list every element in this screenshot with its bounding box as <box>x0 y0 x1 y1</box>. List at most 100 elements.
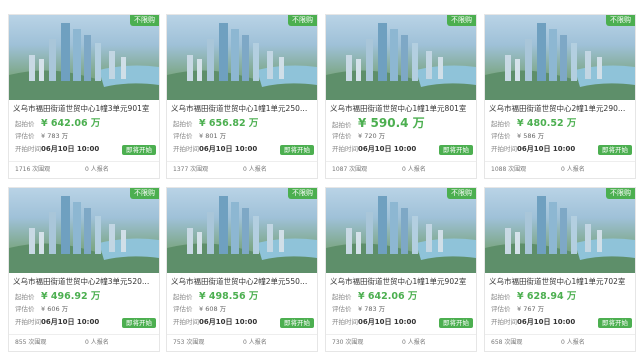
start-price: ¥ 628.94 万 <box>517 291 577 302</box>
start-time: 06月10日 10:00 <box>517 145 576 153</box>
view-count: 730 次围观 <box>332 339 364 346</box>
coming-soon-button[interactable]: 即将开始 <box>439 145 473 155</box>
city-rendering-image <box>167 196 317 273</box>
listing-grid: 不限购 义乌市福田街道世贸中心1幢3单元901室 起拍价 ¥ 642.06 万 评… <box>0 0 640 357</box>
coming-soon-button[interactable]: 即将开始 <box>280 145 314 155</box>
no-purchase-limit-badge: 不限购 <box>130 15 159 26</box>
no-purchase-limit-badge: 不限购 <box>606 188 635 199</box>
start-time-label: 开拍时间 <box>491 318 517 326</box>
start-price: ¥ 642.06 万 <box>358 291 418 302</box>
est-price: ¥ 783 万 <box>41 132 69 140</box>
city-rendering-image <box>167 23 317 100</box>
coming-soon-button[interactable]: 即将开始 <box>122 145 156 155</box>
no-purchase-limit-badge: 不限购 <box>288 15 317 26</box>
coming-soon-button[interactable]: 即将开始 <box>598 145 632 155</box>
start-time-label: 开拍时间 <box>332 145 358 153</box>
est-price: ¥ 608 万 <box>199 305 227 313</box>
est-price: ¥ 586 万 <box>517 132 545 140</box>
listing-card[interactable]: 不限购 义乌市福田街道世贸中心1幢1单元702室 起拍价 ¥ 628.94 万 评… <box>484 187 636 352</box>
city-rendering-image <box>485 196 635 273</box>
start-price: ¥ 656.82 万 <box>199 118 259 129</box>
est-price: ¥ 783 万 <box>358 305 386 313</box>
start-price: ¥ 590.4 万 <box>358 116 425 130</box>
start-time: 06月10日 10:00 <box>358 318 417 326</box>
listing-title[interactable]: 义乌市福田街道世贸中心1幢1单元702室 <box>485 273 635 290</box>
listing-card[interactable]: 不限购 义乌市福田街道世贸中心1幢3单元901室 起拍价 ¥ 642.06 万 评… <box>8 14 160 179</box>
listing-title[interactable]: 义乌市福田街道世贸中心2幢1单元290… <box>485 100 635 117</box>
coming-soon-button[interactable]: 即将开始 <box>122 318 156 328</box>
city-rendering-image <box>485 23 635 100</box>
start-price: ¥ 480.52 万 <box>517 118 577 129</box>
start-time: 06月10日 10:00 <box>199 145 258 153</box>
listing-title[interactable]: 义乌市福田街道世贸中心1幢1单元902室 <box>326 273 476 290</box>
est-price-label: 评估价 <box>332 132 352 140</box>
est-price: ¥ 767 万 <box>517 305 545 313</box>
listing-card[interactable]: 不限购 义乌市福田街道世贸中心2幢3单元520… 起拍价 ¥ 496.92 万 评… <box>8 187 160 352</box>
start-price: ¥ 498.56 万 <box>199 291 259 302</box>
view-count: 1087 次围观 <box>332 166 368 173</box>
listing-card[interactable]: 不限购 义乌市福田街道世贸中心2幢2单元550… 起拍价 ¥ 498.56 万 评… <box>166 187 318 352</box>
start-time-label: 开拍时间 <box>332 318 358 326</box>
est-price: ¥ 606 万 <box>41 305 69 313</box>
listing-photo[interactable]: 不限购 <box>485 15 635 100</box>
city-rendering-image <box>326 196 476 273</box>
no-purchase-limit-badge: 不限购 <box>447 15 476 26</box>
view-count: 658 次围观 <box>491 339 523 346</box>
view-count: 855 次围观 <box>15 339 47 346</box>
start-time: 06月10日 10:00 <box>41 145 100 153</box>
start-time: 06月10日 10:00 <box>358 145 417 153</box>
listing-photo[interactable]: 不限购 <box>326 188 476 273</box>
registration-count: 0 人报名 <box>85 166 109 173</box>
start-time-label: 开拍时间 <box>15 318 41 326</box>
listing-photo[interactable]: 不限购 <box>326 15 476 100</box>
start-price: ¥ 642.06 万 <box>41 118 101 129</box>
view-count: 753 次围观 <box>173 339 205 346</box>
listing-card[interactable]: 不限购 义乌市福田街道世贸中心2幢1单元290… 起拍价 ¥ 480.52 万 评… <box>484 14 636 179</box>
listing-photo[interactable]: 不限购 <box>167 15 317 100</box>
est-price: ¥ 720 万 <box>358 132 386 140</box>
city-rendering-image <box>9 23 159 100</box>
no-purchase-limit-badge: 不限购 <box>288 188 317 199</box>
registration-count: 0 人报名 <box>402 339 426 346</box>
listing-card[interactable]: 不限购 义乌市福田街道世贸中心1幢1单元902室 起拍价 ¥ 642.06 万 评… <box>325 187 477 352</box>
start-time: 06月10日 10:00 <box>199 318 258 326</box>
start-time-label: 开拍时间 <box>15 145 41 153</box>
listing-photo[interactable]: 不限购 <box>167 188 317 273</box>
listing-title[interactable]: 义乌市福田街道世贸中心2幢3单元520… <box>9 273 159 290</box>
listing-title[interactable]: 义乌市福田街道世贸中心1幢1单元801室 <box>326 100 476 117</box>
city-rendering-image <box>326 23 476 100</box>
registration-count: 0 人报名 <box>561 339 585 346</box>
view-count: 1716 次围观 <box>15 166 51 173</box>
listing-title[interactable]: 义乌市福田街道世贸中心2幢2单元550… <box>167 273 317 290</box>
start-time: 06月10日 10:00 <box>41 318 100 326</box>
listing-photo[interactable]: 不限购 <box>9 15 159 100</box>
est-price-label: 评估价 <box>173 305 193 313</box>
city-rendering-image <box>9 196 159 273</box>
no-purchase-limit-badge: 不限购 <box>130 188 159 199</box>
registration-count: 0 人报名 <box>561 166 585 173</box>
registration-count: 0 人报名 <box>243 166 267 173</box>
start-time: 06月10日 10:00 <box>517 318 576 326</box>
view-count: 1377 次围观 <box>173 166 209 173</box>
start-price: ¥ 496.92 万 <box>41 291 101 302</box>
start-time-label: 开拍时间 <box>173 145 199 153</box>
est-price-label: 评估价 <box>15 305 35 313</box>
listing-title[interactable]: 义乌市福田街道世贸中心1幢1单元250… <box>167 100 317 117</box>
est-price: ¥ 801 万 <box>199 132 227 140</box>
est-price-label: 评估价 <box>332 305 352 313</box>
coming-soon-button[interactable]: 即将开始 <box>280 318 314 328</box>
est-price-label: 评估价 <box>491 132 511 140</box>
listing-title[interactable]: 义乌市福田街道世贸中心1幢3单元901室 <box>9 100 159 117</box>
listing-card[interactable]: 不限购 义乌市福田街道世贸中心1幢1单元801室 起拍价 ¥ 590.4 万 评估… <box>325 14 477 179</box>
coming-soon-button[interactable]: 即将开始 <box>439 318 473 328</box>
no-purchase-limit-badge: 不限购 <box>447 188 476 199</box>
est-price-label: 评估价 <box>15 132 35 140</box>
registration-count: 0 人报名 <box>402 166 426 173</box>
listing-photo[interactable]: 不限购 <box>485 188 635 273</box>
listing-photo[interactable]: 不限购 <box>9 188 159 273</box>
coming-soon-button[interactable]: 即将开始 <box>598 318 632 328</box>
start-time-label: 开拍时间 <box>173 318 199 326</box>
view-count: 1088 次围观 <box>491 166 527 173</box>
listing-card[interactable]: 不限购 义乌市福田街道世贸中心1幢1单元250… 起拍价 ¥ 656.82 万 评… <box>166 14 318 179</box>
no-purchase-limit-badge: 不限购 <box>606 15 635 26</box>
